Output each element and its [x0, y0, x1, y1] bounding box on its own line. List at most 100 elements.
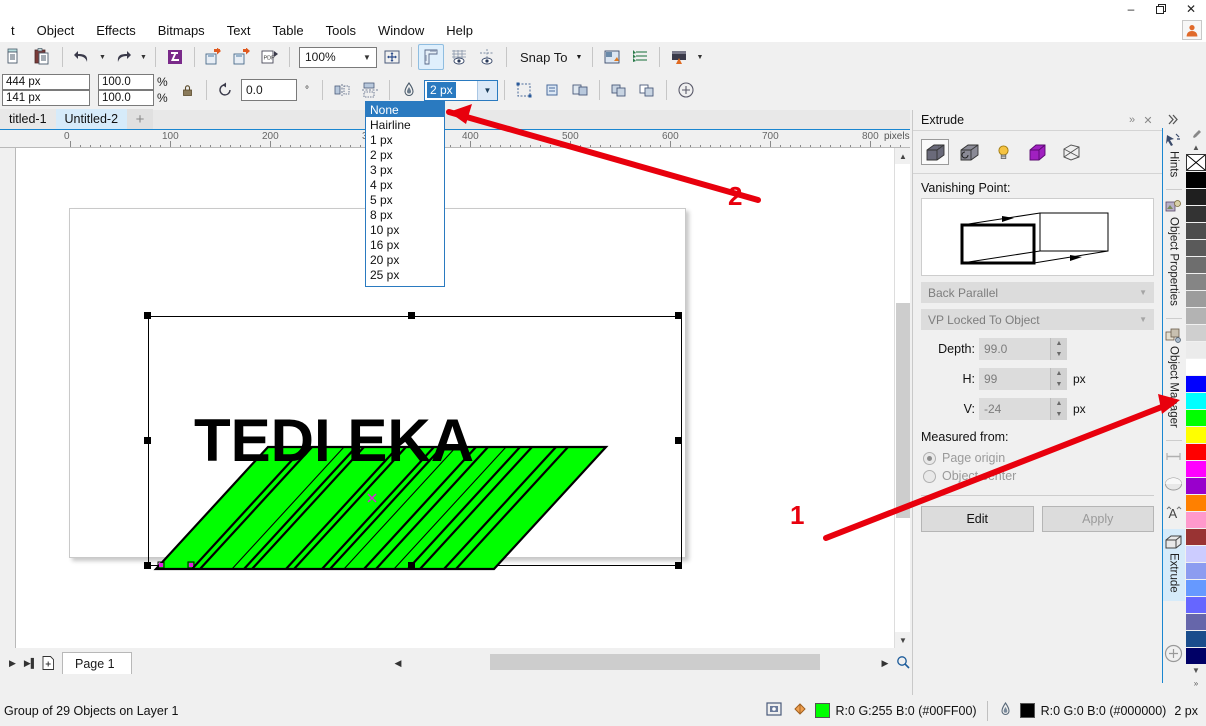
selection-handle[interactable]	[675, 312, 682, 319]
menu-item-edit[interactable]: t	[0, 20, 26, 41]
extrude-rotation-icon[interactable]	[955, 139, 983, 165]
extrude-color-icon[interactable]	[1023, 139, 1051, 165]
paste-icon[interactable]	[30, 44, 56, 70]
palette-swatch[interactable]	[1186, 409, 1206, 426]
trim-icon[interactable]	[634, 77, 660, 103]
palette-swatch[interactable]	[1186, 562, 1206, 579]
dropdown-option[interactable]: 1 px	[366, 132, 444, 147]
menu-item-text[interactable]: Text	[216, 20, 262, 41]
chevron-down-icon[interactable]: ▼	[1139, 288, 1147, 297]
undo-dropdown-icon[interactable]: ▼	[97, 44, 108, 70]
zoom-icon[interactable]	[894, 653, 912, 671]
extrude-bevels-icon[interactable]	[1057, 139, 1085, 165]
redo-dropdown-icon[interactable]: ▼	[138, 44, 149, 70]
menu-item-object[interactable]: Object	[26, 20, 86, 41]
vertical-scrollbar-thumb[interactable]	[896, 303, 910, 518]
palette-swatch[interactable]	[1186, 222, 1206, 239]
artwork-extruded-text[interactable]: TEDI EKA TEDI EKA	[136, 399, 616, 579]
dropdown-option[interactable]: Hairline	[366, 117, 444, 132]
palette-swatch[interactable]	[1186, 341, 1206, 358]
menu-item-window[interactable]: Window	[367, 20, 435, 41]
h-field[interactable]: 99 ▲ ▼	[979, 368, 1067, 390]
palette-swatch[interactable]	[1186, 375, 1206, 392]
show-rulers-icon[interactable]	[418, 44, 444, 70]
outline-width-icon[interactable]	[396, 77, 422, 103]
add-page-icon[interactable]	[40, 653, 57, 673]
docker-tab-scroll[interactable]	[1162, 110, 1184, 128]
sidebar-item-hints[interactable]: Hints	[1163, 128, 1185, 185]
stepper-up-icon[interactable]: ▲	[1050, 398, 1067, 409]
rotate-icon[interactable]	[213, 77, 239, 103]
dropdown-option[interactable]: 8 px	[366, 207, 444, 222]
selection-handle[interactable]	[144, 312, 151, 319]
text-wrap-icon[interactable]	[539, 77, 565, 103]
sidebar-item-envelope[interactable]	[1163, 471, 1185, 500]
selection-handle[interactable]	[408, 312, 415, 319]
scroll-up-icon[interactable]: ▲	[895, 148, 911, 164]
object-transform-icon[interactable]	[567, 77, 593, 103]
scroll-down-icon[interactable]: ▼	[895, 632, 911, 648]
dropdown-option[interactable]: 3 px	[366, 162, 444, 177]
horizontal-scrollbar-thumb[interactable]	[490, 654, 820, 670]
expand-icon[interactable]: ▶	[878, 655, 892, 671]
object-properties-icon[interactable]	[627, 44, 653, 70]
dropdown-option[interactable]: None	[366, 102, 444, 117]
palette-swatch[interactable]	[1186, 613, 1206, 630]
v-stepper[interactable]: ▲ ▼	[1050, 398, 1067, 420]
palette-swatch[interactable]	[1186, 596, 1206, 613]
go-to-previous-page-icon[interactable]: ▶	[4, 653, 21, 673]
palette-swatch[interactable]	[1186, 171, 1206, 188]
page-tab[interactable]: Page 1	[62, 652, 132, 674]
vanishing-point-select[interactable]: VP Locked To Object ▼	[921, 309, 1154, 330]
fill-color-swatch[interactable]	[814, 703, 830, 718]
chevron-down-icon[interactable]: ▼	[358, 48, 376, 67]
outline-color-swatch[interactable]	[1019, 703, 1035, 718]
chevron-down-icon[interactable]: ▼	[1139, 315, 1147, 324]
avatar[interactable]	[1182, 20, 1202, 40]
depth-stepper[interactable]: ▲ ▼	[1050, 338, 1067, 360]
zoom-levels-icon[interactable]	[379, 44, 405, 70]
palette-swatch[interactable]	[1186, 630, 1206, 647]
palette-swatch[interactable]	[1186, 273, 1206, 290]
rotation-field[interactable]: 0.0	[241, 79, 297, 101]
palette-swatch[interactable]	[1186, 528, 1206, 545]
selection-handle[interactable]	[675, 437, 682, 444]
mirror-vertical-icon[interactable]	[357, 77, 383, 103]
options-icon[interactable]	[599, 44, 625, 70]
sidebar-item-object-properties[interactable]: Object Properties	[1163, 194, 1185, 314]
vertical-scrollbar[interactable]: ▲ ▼	[894, 148, 911, 648]
vanishing-point-preview[interactable]	[921, 198, 1154, 276]
stepper-down-icon[interactable]: ▼	[1050, 409, 1067, 420]
palette-swatch[interactable]	[1186, 545, 1206, 562]
screen-icon[interactable]	[765, 701, 782, 720]
weld-icon[interactable]	[606, 77, 632, 103]
copy-icon[interactable]	[2, 44, 28, 70]
publish-to-pdf-icon[interactable]: PDF	[257, 44, 283, 70]
restore-icon[interactable]	[1146, 0, 1176, 18]
palette-swatch[interactable]	[1186, 188, 1206, 205]
sidebar-item-extrude[interactable]: Extrude	[1162, 528, 1185, 601]
palette-swatch[interactable]	[1186, 307, 1206, 324]
palette-swatch[interactable]	[1186, 324, 1206, 341]
export-icon[interactable]	[229, 44, 255, 70]
dropdown-option[interactable]: 16 px	[366, 237, 444, 252]
extrude-type-select[interactable]: Back Parallel ▼	[921, 282, 1154, 303]
menu-item-tools[interactable]: Tools	[315, 20, 367, 41]
h-stepper[interactable]: ▲ ▼	[1050, 368, 1067, 390]
stepper-down-icon[interactable]: ▼	[1050, 379, 1067, 390]
palette-swatch[interactable]	[1186, 460, 1206, 477]
radio-object-center[interactable]: Object center	[923, 469, 1162, 483]
palette-swatch[interactable]	[1186, 205, 1206, 222]
launcher-dropdown-icon[interactable]: ▼	[694, 44, 705, 70]
sidebar-item-object-manager[interactable]: Object Manager	[1163, 323, 1185, 436]
width-field[interactable]: 444 px	[2, 74, 90, 90]
dropdown-option[interactable]: 4 px	[366, 177, 444, 192]
collapse-docker-icon[interactable]: »	[1124, 111, 1140, 129]
palette-swatch[interactable]	[1186, 256, 1206, 273]
snap-to-button[interactable]: Snap To ▼	[513, 47, 586, 68]
scroll-down-icon[interactable]: ▼	[1186, 664, 1206, 677]
close-icon[interactable]: ✕	[1176, 0, 1206, 18]
application-launcher-icon[interactable]	[666, 44, 692, 70]
menu-item-table[interactable]: Table	[262, 20, 315, 41]
height-field[interactable]: 141 px	[2, 90, 90, 106]
